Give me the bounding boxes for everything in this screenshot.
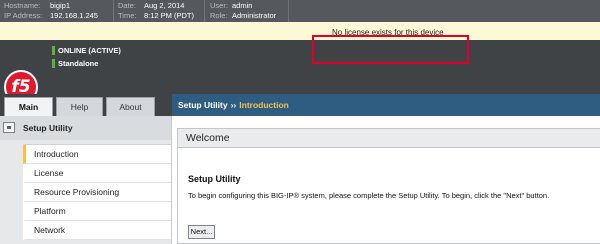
setup-utility-icon bbox=[3, 122, 15, 133]
user-label: User: bbox=[210, 1, 228, 10]
host-info: Hostname: bigip1 IP Address: 192.168.1.245 bbox=[4, 1, 98, 21]
date-label: Date: bbox=[118, 1, 136, 10]
panel-title: Setup Utility bbox=[188, 174, 241, 184]
sidebar-title: Setup Utility bbox=[23, 123, 73, 133]
user-value: admin bbox=[232, 1, 253, 10]
ip-label: IP Address: bbox=[4, 11, 43, 20]
sidebar-header[interactable]: Setup Utility bbox=[0, 116, 171, 140]
tab-about[interactable]: About bbox=[106, 97, 155, 116]
sidebar-item-resource-provisioning[interactable]: Resource Provisioning bbox=[23, 183, 171, 202]
date-info: Date: Aug 2, 2014 Time: 8:12 PM (PDT) bbox=[118, 1, 194, 21]
sidebar-item-license[interactable]: License bbox=[23, 164, 171, 183]
notice-highlight-box bbox=[312, 35, 469, 64]
header: No license exists for this device f5 ONL… bbox=[0, 22, 600, 104]
tab-row: Main Help About Setup Utility ›› Introduct… bbox=[0, 94, 600, 116]
breadcrumb-current: Introduction bbox=[239, 100, 289, 110]
divider bbox=[204, 0, 205, 22]
device-mode: Standalone bbox=[52, 59, 98, 68]
welcome-panel: Welcome Setup Utility To begin configuri… bbox=[177, 128, 600, 244]
breadcrumb: Setup Utility ›› Introduction bbox=[172, 94, 600, 116]
next-button[interactable]: Next... bbox=[188, 225, 215, 239]
sidebar-menu: Introduction License Resource Provisioni… bbox=[23, 144, 171, 240]
hostname-value: bigip1 bbox=[50, 1, 71, 10]
sidebar: Setup Utility Introduction License Resou… bbox=[0, 116, 172, 244]
date-value: Aug 2, 2014 bbox=[144, 1, 185, 10]
ip-value: 192.168.1.245 bbox=[50, 11, 98, 20]
device-status: ONLINE (ACTIVE) bbox=[52, 46, 121, 55]
role-value: Administrator bbox=[232, 11, 277, 20]
user-info: User: admin Role: Administrator bbox=[210, 1, 276, 21]
breadcrumb-separator: ›› bbox=[230, 100, 237, 110]
panel-header: Welcome bbox=[178, 129, 600, 148]
license-alert-band: No license exists for this device bbox=[0, 22, 600, 40]
main-content: Welcome Setup Utility To begin configuri… bbox=[172, 116, 600, 244]
panel-instructions: To begin configuring this BIG-IP® system… bbox=[188, 191, 550, 200]
sidebar-item-introduction[interactable]: Introduction bbox=[23, 145, 171, 164]
sidebar-item-platform[interactable]: Platform bbox=[23, 202, 171, 221]
hostname-label: Hostname: bbox=[4, 1, 41, 10]
time-label: Time: bbox=[118, 11, 137, 20]
divider bbox=[113, 0, 114, 22]
sidebar-item-network[interactable]: Network bbox=[23, 221, 171, 240]
system-info-bar: Hostname: bigip1 IP Address: 192.168.1.245… bbox=[0, 0, 600, 22]
role-label: Role: bbox=[210, 11, 228, 20]
time-value: 8:12 PM (PDT) bbox=[144, 11, 195, 20]
divider bbox=[288, 0, 289, 22]
tab-main[interactable]: Main bbox=[4, 97, 53, 116]
tab-help[interactable]: Help bbox=[56, 97, 103, 116]
breadcrumb-section[interactable]: Setup Utility bbox=[178, 100, 228, 110]
